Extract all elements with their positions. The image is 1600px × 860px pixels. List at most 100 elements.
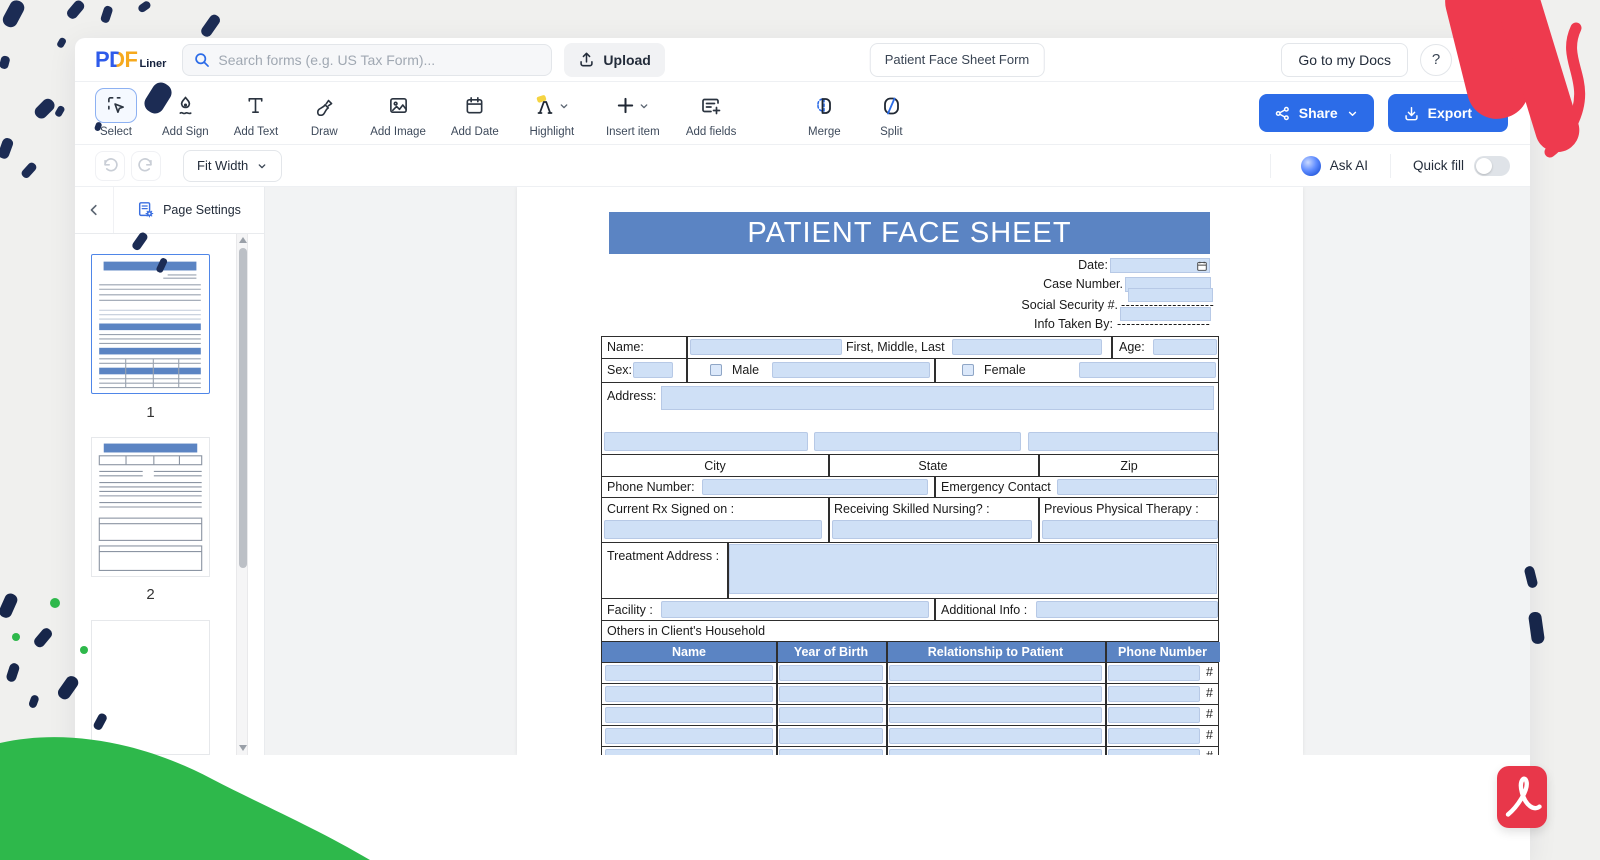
- male-checkbox[interactable]: [710, 364, 722, 376]
- male-field[interactable]: [772, 362, 930, 378]
- household-name-field[interactable]: [605, 749, 773, 755]
- ask-ai-button[interactable]: Ask AI: [1301, 156, 1368, 176]
- household-phone-field[interactable]: [1108, 707, 1200, 723]
- split-tool-button[interactable]: Split: [870, 88, 912, 138]
- add-text-tool-button[interactable]: Add Text: [234, 88, 279, 138]
- page-settings-button[interactable]: Page Settings: [113, 187, 264, 233]
- household-name-field[interactable]: [605, 728, 773, 744]
- male-label: Male: [732, 363, 759, 377]
- upload-button[interactable]: Upload: [564, 43, 664, 77]
- share-chevron-down-icon: [1346, 107, 1359, 120]
- add-image-tool-button[interactable]: Add Image: [370, 88, 426, 138]
- physical-therapy-field[interactable]: [1042, 520, 1218, 539]
- draw-tool-button[interactable]: Draw: [303, 88, 345, 138]
- undo-button[interactable]: [95, 151, 125, 181]
- export-button[interactable]: Export: [1388, 94, 1508, 132]
- household-year-field[interactable]: [779, 707, 883, 723]
- share-button[interactable]: Share: [1259, 94, 1374, 132]
- household-phone-field[interactable]: [1108, 749, 1200, 755]
- scrollbar-thumb[interactable]: [239, 248, 247, 568]
- redo-button[interactable]: [131, 151, 161, 181]
- household-relationship-field[interactable]: [889, 728, 1102, 744]
- female-checkbox[interactable]: [962, 364, 974, 376]
- city-state-zip-labels-row: City State Zip: [602, 454, 1218, 476]
- cursor-select-icon: [106, 95, 127, 116]
- case-number-label: Case Number.: [1043, 277, 1123, 291]
- highlighter-icon: [534, 95, 556, 117]
- zip-field[interactable]: [1028, 432, 1218, 451]
- zoom-chevron-down-icon: [256, 160, 268, 172]
- merge-tool-button[interactable]: Merge: [803, 88, 845, 138]
- household-name-field[interactable]: [605, 686, 773, 702]
- household-section-label: Others in Client's Household: [607, 624, 765, 638]
- view-toolbar-right: Ask AI Quick fill: [1270, 154, 1510, 178]
- female-field[interactable]: [1079, 362, 1216, 378]
- date-field[interactable]: [1110, 258, 1210, 273]
- household-relationship-field[interactable]: [889, 665, 1102, 681]
- page-thumbnail-2[interactable]: [91, 437, 210, 577]
- scroll-up-icon[interactable]: [238, 237, 248, 243]
- collapse-sidebar-button[interactable]: [75, 202, 113, 218]
- name-field-1[interactable]: [690, 339, 842, 355]
- add-fields-tool-button[interactable]: Add fields: [686, 88, 737, 138]
- add-sign-tool-button[interactable]: Add Sign: [162, 88, 209, 138]
- age-field[interactable]: [1153, 339, 1217, 355]
- facility-field[interactable]: [661, 601, 929, 618]
- zoom-mode-dropdown[interactable]: Fit Width: [183, 150, 282, 182]
- signature-icon: [175, 95, 196, 116]
- highlight-tool-button[interactable]: Highlight: [524, 88, 580, 138]
- ssn-field[interactable]: [1128, 288, 1213, 302]
- household-name-field[interactable]: [605, 707, 773, 723]
- name-field-2[interactable]: [952, 339, 1102, 355]
- insert-item-tool-button[interactable]: Insert item: [605, 88, 661, 138]
- household-relationship-field[interactable]: [889, 707, 1102, 723]
- address-field[interactable]: [661, 386, 1214, 410]
- household-name-field[interactable]: [605, 665, 773, 681]
- scroll-down-icon[interactable]: [238, 745, 248, 751]
- quick-fill-toggle[interactable]: [1474, 156, 1510, 176]
- state-field[interactable]: [814, 432, 1021, 451]
- toggle-knob: [1476, 158, 1492, 174]
- treatment-address-field[interactable]: [729, 544, 1217, 594]
- header-chevron-down-icon[interactable]: [1492, 51, 1510, 69]
- info-taken-by-field[interactable]: [1120, 307, 1211, 321]
- additional-info-field[interactable]: [1036, 601, 1218, 618]
- city-field[interactable]: [604, 432, 808, 451]
- search-input[interactable]: [218, 52, 541, 68]
- toolbar-right-group: Share Export: [1259, 94, 1510, 132]
- sex-field[interactable]: [633, 362, 673, 378]
- page-thumbnail-preview: [92, 255, 208, 392]
- zip-label: Zip: [1038, 459, 1220, 473]
- phone-hash-label: #: [1206, 665, 1213, 679]
- patient-form-table: Name: First, Middle, Last Age: Sex: Male: [601, 336, 1219, 755]
- tool-label-add-image: Add Image: [370, 126, 426, 138]
- page-number-2: 2: [91, 586, 210, 603]
- household-phone-field[interactable]: [1108, 665, 1200, 681]
- add-date-tool-button[interactable]: Add Date: [451, 88, 499, 138]
- tool-label-add-fields: Add fields: [686, 126, 737, 138]
- pdfliner-logo[interactable]: PDF Liner: [95, 47, 166, 73]
- go-to-my-docs-button[interactable]: Go to my Docs: [1281, 43, 1408, 77]
- household-relationship-field[interactable]: [889, 686, 1102, 702]
- current-rx-field[interactable]: [604, 520, 822, 539]
- page-thumbnail-1[interactable]: [91, 254, 210, 394]
- emergency-contact-field[interactable]: [1057, 479, 1217, 495]
- household-header-year: Year of Birth: [776, 642, 886, 662]
- household-phone-field[interactable]: [1108, 728, 1200, 744]
- household-year-field[interactable]: [779, 728, 883, 744]
- search-box[interactable]: [182, 44, 552, 76]
- help-label: ?: [1432, 51, 1440, 68]
- skilled-nursing-field[interactable]: [832, 520, 1032, 539]
- household-year-field[interactable]: [779, 749, 883, 755]
- ask-ai-icon: [1301, 156, 1321, 176]
- household-phone-field[interactable]: [1108, 686, 1200, 702]
- page-thumbnail-3-partial[interactable]: [91, 620, 210, 755]
- sidebar-scrollbar[interactable]: [236, 234, 248, 755]
- help-button[interactable]: ?: [1420, 44, 1452, 76]
- select-tool-button[interactable]: Select: [95, 88, 137, 138]
- household-year-field[interactable]: [779, 665, 883, 681]
- household-relationship-field[interactable]: [889, 749, 1102, 755]
- phone-number-field[interactable]: [702, 479, 928, 495]
- page-background: { "colors": { "accent_blue": "#2c6ce8", …: [0, 0, 1600, 860]
- household-year-field[interactable]: [779, 686, 883, 702]
